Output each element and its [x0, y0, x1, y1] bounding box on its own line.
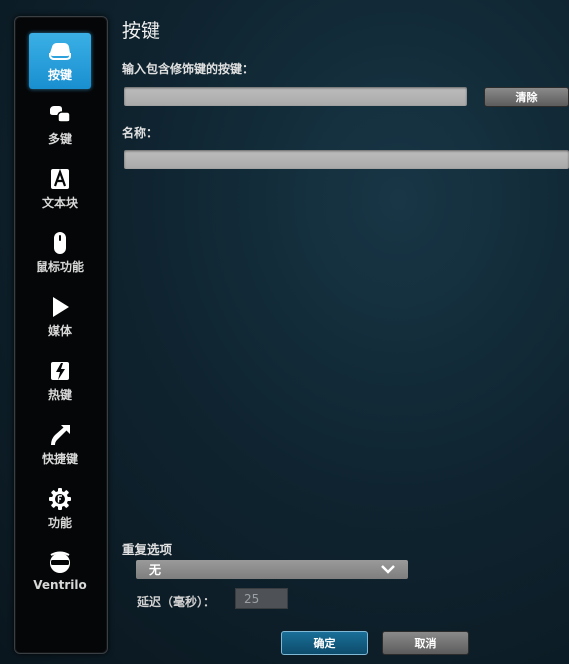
- shortcut-arrow-icon: [51, 425, 70, 445]
- delay-label: 延迟（毫秒）：: [137, 595, 216, 609]
- sidebar-item-label: 鼠标功能: [35, 260, 84, 274]
- repeat-options-value: 无: [149, 563, 162, 577]
- keystroke-input[interactable]: [124, 87, 467, 106]
- chevron-down-icon: [381, 565, 395, 574]
- sidebar-item-label: 功能: [47, 516, 72, 530]
- sidebar-item-shortcut[interactable]: 快捷键: [29, 417, 91, 473]
- sidebar-item-label: Ventrilo: [33, 578, 87, 592]
- repeat-options-select[interactable]: 无: [136, 560, 408, 579]
- sidebar-item-hotkey[interactable]: 热键: [29, 353, 91, 409]
- ventrilo-icon: [50, 551, 70, 573]
- ok-button[interactable]: 确定: [281, 631, 368, 655]
- sidebar-item-label: 多键: [47, 132, 72, 146]
- sidebar-item-text-block[interactable]: 文本块: [29, 161, 91, 217]
- repeat-options-label: 重复选项: [122, 542, 173, 557]
- mouse-icon: [54, 232, 66, 254]
- keystroke-icon: [49, 43, 71, 60]
- sidebar-item-label: 文本块: [41, 196, 78, 210]
- clear-button[interactable]: 清除: [484, 87, 569, 107]
- sidebar-item-ventrilo[interactable]: Ventrilo: [29, 545, 91, 601]
- sidebar-item-keystroke[interactable]: 按键: [29, 33, 91, 89]
- name-label: 名称：: [122, 126, 159, 140]
- page-title: 按键: [122, 20, 161, 42]
- sidebar-item-label: 按键: [47, 68, 72, 82]
- hotkey-icon: [51, 362, 69, 380]
- delay-input[interactable]: 25: [235, 588, 288, 609]
- media-play-icon: [53, 297, 69, 317]
- sidebar-item-media[interactable]: 媒体: [29, 289, 91, 345]
- text-block-icon: [51, 168, 69, 189]
- sidebar: 按键 多键 文本块 鼠标功能 媒体 热键 快捷键 功能 Ventrilo: [14, 16, 108, 654]
- sidebar-item-label: 媒体: [47, 324, 72, 338]
- keystroke-label: 输入包含修饰键的按键：: [122, 62, 255, 76]
- name-input[interactable]: [124, 150, 569, 169]
- multikey-icon: [50, 106, 71, 123]
- sidebar-item-mouse[interactable]: 鼠标功能: [29, 225, 91, 281]
- function-gear-icon: [49, 488, 71, 510]
- sidebar-item-function[interactable]: 功能: [29, 481, 91, 537]
- sidebar-item-label: 热键: [47, 388, 72, 402]
- cancel-button[interactable]: 取消: [382, 631, 469, 655]
- sidebar-item-multikey[interactable]: 多键: [29, 97, 91, 153]
- sidebar-item-label: 快捷键: [41, 452, 78, 466]
